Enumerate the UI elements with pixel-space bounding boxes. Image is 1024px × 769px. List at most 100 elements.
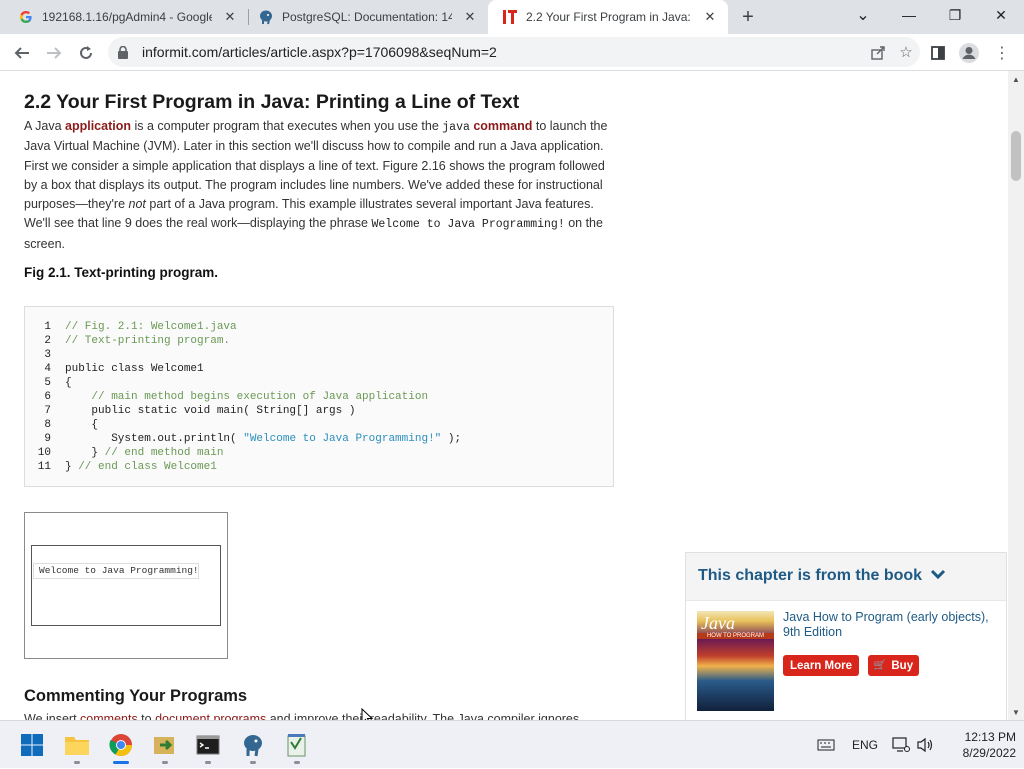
book-cover-image[interactable]: Java HOW TO PROGRAM [697,611,774,711]
cover-title: Java [701,613,735,633]
book-title-link[interactable]: Java How to Program (early objects), 9th… [783,610,1003,640]
app-arrow-icon[interactable] [149,729,181,764]
code-text: public static void main( String[] args ) [65,405,356,417]
tab-strip: 192168.1.16/pgAdmin4 - Google ✕ PostgreS… [0,0,1024,34]
clock-time: 12:13 PM [964,730,1016,744]
notepad-icon[interactable] [281,729,313,764]
running-indicator [74,761,80,764]
panel-header[interactable]: This chapter is from the book [698,567,946,585]
output-window [31,545,221,626]
google-g-icon [18,9,34,25]
lock-icon[interactable] [118,45,132,59]
line-number: 9 [44,433,51,445]
line-number: 4 [44,363,51,375]
line-number: 3 [44,349,51,361]
windows-start-icon[interactable] [16,729,48,761]
close-tab-icon[interactable]: ✕ [700,7,720,27]
glossary-link-command[interactable]: command [470,119,532,133]
close-tab-icon[interactable]: ✕ [220,7,240,27]
tab-pgadmin[interactable]: 192168.1.16/pgAdmin4 - Google ✕ [4,0,248,34]
maximize-button[interactable]: ❐ [932,0,978,30]
section-subheading: Commenting Your Programs [24,687,248,705]
code-text: { [65,377,72,389]
line-number: 7 [44,405,51,417]
system-clock[interactable]: 12:13 PM 8/29/2022 [944,729,1016,761]
code-text: // Text-printing program. [65,335,231,347]
tab-postgresql-docs[interactable]: PostgreSQL: Documentation: 14 ✕ [244,0,488,34]
output-text: Welcome to Java Programming! [33,563,199,579]
chapter-book-panel: This chapter is from the book Java HOW T… [685,552,1007,720]
code-line: 10 } // end method main [25,446,613,460]
tab-search-dropdown-icon[interactable]: ⌄ [840,0,886,30]
glossary-link-comments[interactable]: comments [80,712,138,720]
line-number: 8 [44,419,51,431]
line-number: 2 [44,335,51,347]
clock-date: 8/29/2022 [962,746,1016,760]
share-icon[interactable] [864,38,892,66]
bookmark-star-icon[interactable]: ☆ [892,38,920,66]
line-number: 1 [44,321,51,333]
code-line: 5{ [25,376,613,390]
code-line: 1 // Fig. 2.1: Welcome1.java [25,320,613,334]
menu-kebab-icon[interactable]: ⋮ [988,39,1016,67]
scroll-thumb[interactable] [1011,131,1021,181]
page-scrollbar[interactable]: ▲ ▼ [1008,71,1024,720]
active-indicator [113,761,129,764]
keyboard-icon[interactable] [817,721,835,769]
code-text: System.out.println( "Welcome to Java Pro… [65,433,462,445]
code-text: } // end class Welcome1 [65,461,217,473]
new-tab-button[interactable]: + [736,5,760,29]
buy-button[interactable]: 🛒 Buy [868,655,919,676]
network-monitor-icon[interactable] [892,721,910,769]
code-listing: 1 // Fig. 2.1: Welcome1.java 2 // Text-prin… [24,306,614,487]
volume-speaker-icon[interactable] [916,721,934,769]
file-explorer-icon[interactable] [61,729,93,764]
line-number: 10 [37,447,51,459]
program-output-figure: Welcome to Java Programming! [24,512,228,659]
side-panel-icon[interactable] [924,39,952,67]
code-line: 6 // main method begins execution of Jav… [25,390,613,404]
tab-title: 192168.1.16/pgAdmin4 - Google [42,10,212,24]
terminal-icon[interactable] [192,729,224,764]
url-text[interactable]: informit.com/articles/article.aspx?p=170… [142,44,864,60]
cover-subtitle: HOW TO PROGRAM [697,633,774,639]
code-line: 4 public class Welcome1 [25,362,613,376]
chevron-down-icon[interactable] [930,569,946,584]
pgadmin-elephant-icon[interactable] [237,729,269,764]
tab-title: 2.2 Your First Program in Java: Pr [526,10,692,24]
tab-title: PostgreSQL: Documentation: 14 [282,10,452,24]
panel-title: This chapter is from the book [698,567,923,584]
forward-arrow-icon[interactable] [40,39,68,67]
scroll-up-icon[interactable]: ▲ [1008,71,1024,87]
informit-it-icon [502,9,518,25]
back-arrow-icon[interactable] [8,39,36,67]
learn-more-button[interactable]: Learn More [783,655,859,676]
code-line: 3 [25,348,613,362]
profile-avatar-icon[interactable] [955,39,983,67]
language-indicator[interactable]: ENG [852,721,878,769]
minimize-button[interactable]: — [886,0,932,30]
running-indicator [250,761,256,764]
buy-label: Buy [891,659,914,672]
code-line: 9 System.out.println( "Welcome to Java P… [25,432,613,446]
close-tab-icon[interactable]: ✕ [460,7,480,27]
glossary-link-application[interactable]: application [65,119,131,133]
web-page: 2.2 Your First Program in Java: Printing… [0,71,1008,720]
code-text: public class Welcome1 [65,363,204,375]
line-number: 5 [44,377,51,389]
cart-icon: 🛒 [873,660,887,671]
reload-icon[interactable] [72,39,100,67]
chrome-icon[interactable] [105,729,137,764]
scroll-down-icon[interactable]: ▼ [1008,704,1024,720]
tab-informit-active[interactable]: 2.2 Your First Program in Java: Pr ✕ [488,0,728,34]
code-text: } // end method main [65,447,224,459]
close-window-button[interactable]: ✕ [978,0,1024,30]
panel-body: Java HOW TO PROGRAM Java How to Program … [686,600,1006,720]
address-bar[interactable]: informit.com/articles/article.aspx?p=170… [108,37,920,67]
running-indicator [205,761,211,764]
running-indicator [294,761,300,764]
postgres-elephant-icon [258,9,274,25]
glossary-link-document-programs[interactable]: document programs [155,712,266,720]
code-text: { [65,419,99,431]
